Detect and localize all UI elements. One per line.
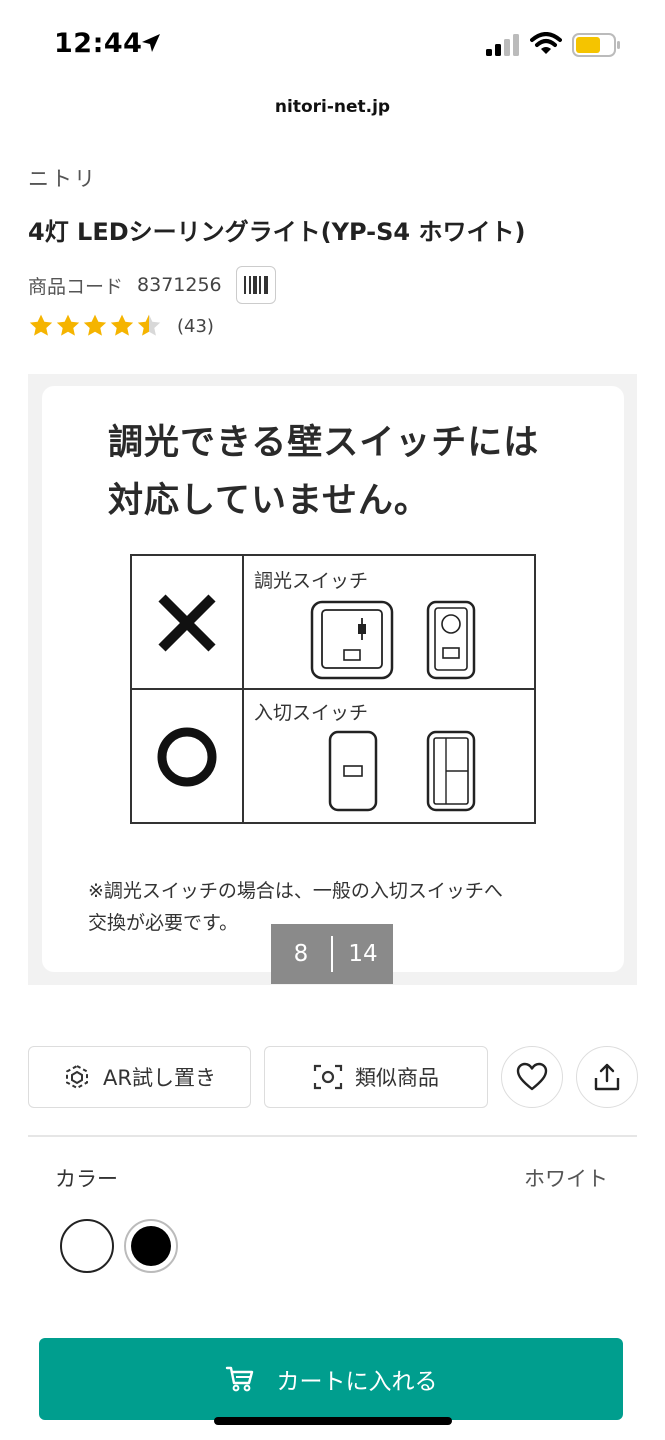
product-code-row: 商品コード 8371256 [28, 266, 276, 304]
product-title: 4灯 LEDシーリングライト(YP-S4 ホワイト) [28, 218, 526, 246]
section-divider [28, 1135, 637, 1137]
share-button[interactable] [576, 1046, 638, 1108]
battery-icon [572, 33, 620, 57]
camera-scan-icon [313, 1064, 343, 1090]
home-indicator[interactable] [214, 1417, 452, 1425]
heart-icon [516, 1062, 548, 1091]
status-time: 12:44 [54, 28, 143, 59]
barcode-button[interactable] [235, 266, 276, 304]
switch-compatibility-table: 調光スイッチ 入切スイッチ [130, 554, 536, 824]
on-off-switch-icon [328, 730, 378, 812]
double-switch-icon [426, 730, 476, 812]
ar-preview-button[interactable]: AR試し置き [28, 1046, 251, 1108]
color-swatch-white[interactable] [60, 1219, 114, 1273]
rating-row[interactable]: (43) [28, 313, 214, 339]
star-icon [137, 314, 161, 336]
product-code-value: 8371256 [137, 274, 222, 296]
on-off-switch-label: 入切スイッチ [254, 702, 369, 724]
dimmer-slider-switch-icon [310, 600, 394, 680]
star-icon [83, 314, 107, 336]
location-arrow-icon [142, 34, 160, 52]
image-note-line1: ※調光スイッチの場合は、一般の入切スイッチへ [88, 880, 503, 902]
star-rating [28, 313, 163, 339]
gallery-page-indicator: 8 14 [271, 924, 393, 984]
ar-cube-icon [66, 1064, 89, 1090]
selected-color-name: ホワイト [524, 1167, 608, 1191]
color-swatch-black[interactable] [124, 1219, 178, 1273]
wifi-icon [530, 32, 562, 54]
product-code-label: 商品コード [28, 275, 124, 298]
color-label: カラー [55, 1167, 118, 1191]
star-icon [56, 314, 80, 336]
gallery-total-pages: 14 [348, 941, 378, 967]
favorite-button[interactable] [501, 1046, 563, 1108]
add-to-cart-button[interactable]: カートに入れる [39, 1338, 623, 1420]
add-to-cart-label: カートに入れる [276, 1369, 438, 1395]
star-icon [29, 314, 53, 336]
status-bar: 12:44 [0, 0, 665, 90]
star-icon [110, 314, 134, 336]
table-divider-horizontal [132, 688, 534, 690]
review-count[interactable]: (43) [177, 316, 214, 337]
similar-items-label: 類似商品 [355, 1066, 439, 1090]
gallery-current-page: 8 [293, 941, 309, 967]
barcode-icon [243, 276, 268, 294]
color-swatch-black-fill [131, 1226, 171, 1266]
browser-url[interactable]: nitori-net.jp [0, 97, 665, 117]
similar-items-button[interactable]: 類似商品 [264, 1046, 488, 1108]
product-image: 調光できる壁スイッチには 対応していません。 調光スイッチ 入切スイッチ ※調光… [42, 386, 624, 972]
dimmer-dial-switch-icon [426, 600, 476, 680]
cross-mark-icon [158, 594, 216, 652]
share-icon [594, 1063, 620, 1091]
ar-preview-label: AR試し置き [103, 1066, 216, 1090]
dimmer-switch-label: 調光スイッチ [254, 570, 369, 592]
image-heading-line1: 調光できる壁スイッチには [108, 423, 540, 463]
product-image-carousel[interactable]: 調光できる壁スイッチには 対応していません。 調光スイッチ 入切スイッチ ※調光… [28, 374, 637, 985]
image-note-line2: 交換が必要です。 [88, 912, 239, 934]
circle-mark-icon [157, 727, 217, 787]
image-heading-line2: 対応していません。 [108, 481, 430, 521]
cellular-signal-icon [486, 34, 519, 56]
brand-name[interactable]: ニトリ [28, 163, 97, 193]
cart-icon [225, 1366, 253, 1392]
